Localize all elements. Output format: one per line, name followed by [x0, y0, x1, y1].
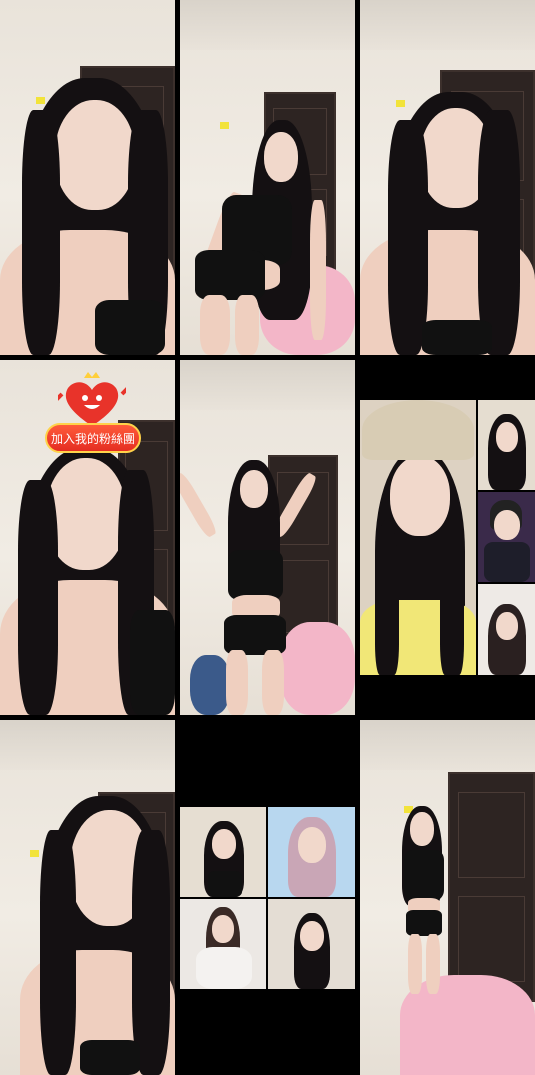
- streamer: [360, 0, 535, 355]
- stream-video: [0, 720, 175, 1075]
- stream-video: [0, 0, 175, 355]
- multiview-cell-2[interactable]: [478, 492, 535, 582]
- multiview-cell-1[interactable]: [180, 807, 266, 897]
- stream-tile-bottom-right[interactable]: [360, 720, 535, 1075]
- streamer: [180, 0, 355, 355]
- multiview-cell-3[interactable]: [478, 584, 535, 675]
- stream-tile-center[interactable]: [180, 360, 355, 715]
- multiview-cell-3[interactable]: [180, 899, 266, 989]
- cap: [362, 400, 474, 460]
- join-fan-club-button[interactable]: 加入我的粉絲團: [45, 423, 141, 453]
- stream-tile-top-middle[interactable]: [180, 0, 355, 355]
- stream-tile-top-right[interactable]: [360, 0, 535, 355]
- streamer: [0, 720, 175, 1075]
- stream-video: [180, 360, 355, 715]
- stream-video: [180, 0, 355, 355]
- stream-video: [360, 0, 535, 355]
- stream-tile-top-left[interactable]: [0, 0, 175, 355]
- multiview-cell-2[interactable]: [268, 807, 355, 897]
- multiview-main-cell[interactable]: [360, 400, 476, 675]
- streamer: [360, 720, 535, 1075]
- streamer: [180, 360, 355, 715]
- streamer: [0, 0, 175, 355]
- stream-tile-middle-right[interactable]: [360, 360, 535, 715]
- multiview-cell-4[interactable]: [268, 899, 355, 989]
- multiview-cell-1[interactable]: [478, 400, 535, 490]
- stream-tile-bottom-left[interactable]: [0, 720, 175, 1075]
- join-fan-club-label: 加入我的粉絲團: [50, 431, 135, 446]
- stream-tile-bottom-middle[interactable]: [180, 720, 355, 1075]
- heart-mascot-icon[interactable]: [58, 372, 126, 430]
- stream-video: [360, 720, 535, 1075]
